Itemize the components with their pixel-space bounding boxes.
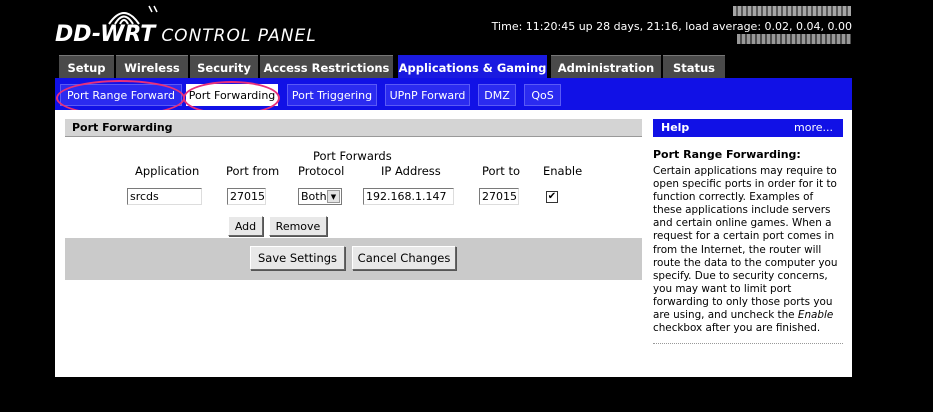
protocol-select[interactable]: Both ▼ — [298, 188, 342, 205]
subtab-upnp-forward[interactable]: UPnP Forward — [385, 84, 470, 106]
help-title: Help — [661, 121, 690, 134]
blurred-firmware-info — [733, 6, 851, 16]
application-input[interactable]: srcds — [127, 188, 202, 205]
help-divider — [653, 343, 843, 344]
section-title: Port Forwarding — [65, 119, 642, 137]
help-text-part1: Certain applications may require to open… — [653, 165, 838, 322]
tab-administration[interactable]: Administration — [551, 55, 661, 79]
tab-security[interactable]: Security — [190, 55, 258, 79]
col-port-from: Port from — [226, 164, 280, 178]
logo-main-text: DD-WRT — [55, 22, 156, 47]
uptime-status: Time: 11:20:45 up 28 days, 21:16, load a… — [491, 20, 852, 33]
col-ip-address: IP Address — [381, 164, 441, 178]
help-subtitle: Port Range Forwarding: — [653, 148, 801, 161]
help-header: Help more... — [653, 119, 843, 137]
tab-applications-gaming[interactable]: Applications & Gaming — [398, 55, 547, 80]
chevron-down-icon: ▼ — [327, 190, 340, 203]
tab-status[interactable]: Status — [663, 55, 725, 79]
main-content: Port Forwarding Port Forwards Applicatio… — [55, 110, 852, 377]
col-application: Application — [135, 164, 200, 178]
logo-sub-text: CONTROL PANEL — [161, 26, 317, 46]
tab-access-restrictions[interactable]: Access Restrictions — [260, 55, 393, 79]
help-more-link[interactable]: more... — [794, 121, 833, 134]
port-forwards-heading: Port Forwards — [313, 149, 392, 163]
save-settings-button[interactable]: Save Settings — [250, 246, 345, 270]
add-button[interactable]: Add — [228, 216, 263, 236]
top-nav-tabs: Setup Wireless Security Access Restricti… — [59, 55, 727, 80]
help-text: Certain applications may require to open… — [653, 165, 845, 335]
port-to-input[interactable]: 27015 — [479, 188, 519, 205]
enable-checkbox[interactable]: ✔ — [546, 191, 558, 203]
col-enable: Enable — [543, 164, 583, 178]
help-text-emphasis: Enable — [797, 309, 834, 322]
col-port-to: Port to — [482, 164, 520, 178]
remove-button[interactable]: Remove — [269, 216, 327, 236]
col-protocol: Protocol — [298, 164, 345, 178]
subtab-port-triggering[interactable]: Port Triggering — [287, 84, 377, 106]
ip-address-input[interactable]: 192.168.1.147 — [363, 188, 454, 205]
control-panel-window: DD-WRT CONTROL PANEL Time: 11:20:45 up 28… — [0, 0, 933, 412]
ddwrt-logo: DD-WRT CONTROL PANEL — [55, 5, 325, 50]
cancel-changes-button[interactable]: Cancel Changes — [352, 246, 456, 270]
protocol-value: Both — [301, 190, 327, 203]
help-text-part2: checkbox after you are finished. — [653, 322, 821, 335]
subtab-qos[interactable]: QoS — [524, 84, 561, 106]
blurred-wan-info — [737, 34, 851, 44]
subtab-dmz[interactable]: DMZ — [478, 84, 516, 106]
action-bar: Save Settings Cancel Changes — [65, 238, 642, 280]
port-from-input[interactable]: 27015 — [227, 188, 266, 205]
tab-setup[interactable]: Setup — [59, 55, 114, 79]
tab-wireless[interactable]: Wireless — [116, 55, 188, 79]
